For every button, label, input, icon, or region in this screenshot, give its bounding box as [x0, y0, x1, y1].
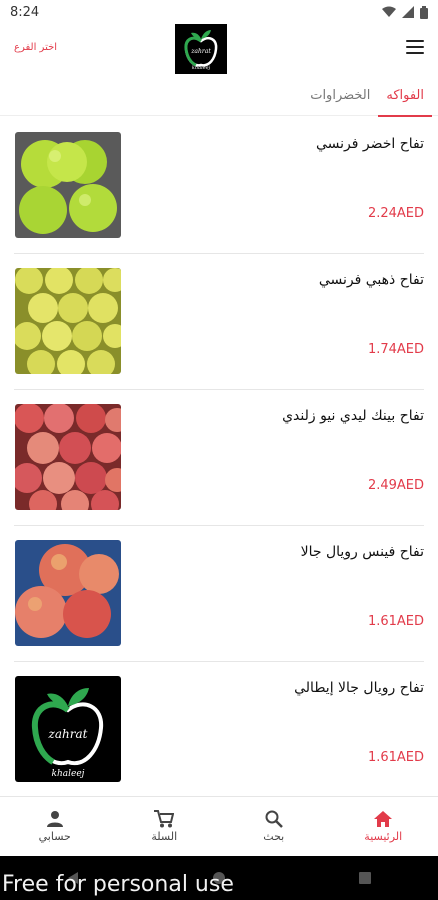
- product-item[interactable]: تفاح بينك ليدي نيو زلندي 2.49AED: [14, 390, 424, 526]
- product-image-golden-apples: [15, 268, 121, 374]
- product-price: 1.61AED: [367, 614, 424, 629]
- status-bar: 8:24: [0, 0, 438, 24]
- cart-icon: [154, 810, 175, 828]
- product-price: 1.61AED: [367, 750, 424, 765]
- tab-fruits[interactable]: الفواكه: [378, 80, 432, 117]
- product-name: تفاح اخضر فرنسي: [315, 136, 424, 152]
- product-price: 2.49AED: [367, 478, 424, 493]
- product-name: تفاح رويال جالا إيطالي: [294, 680, 424, 696]
- product-price: 2.24AED: [367, 206, 424, 221]
- tab-vegetables[interactable]: الخضراوات: [302, 80, 378, 116]
- product-image-store-logo: zahrat khaleej: [15, 676, 121, 782]
- product-item[interactable]: zahrat khaleej تفاح رويال جالا إيطالي 1.…: [14, 662, 424, 796]
- logo-wordmark-top: zahrat: [190, 48, 211, 55]
- product-name: تفاح ذهبي فرنسي: [318, 272, 424, 288]
- product-item[interactable]: تفاح فينس رويال جالا 1.61AED: [14, 526, 424, 662]
- product-item[interactable]: تفاح ذهبي فرنسي 1.74AED: [14, 254, 424, 390]
- product-image-pink-lady-apples: [15, 404, 121, 510]
- nav-home[interactable]: الرئيسية: [333, 810, 433, 843]
- product-item[interactable]: تفاح اخضر فرنسي 2.24AED: [14, 118, 424, 254]
- home-icon: [374, 811, 393, 827]
- nav-search[interactable]: بحث: [224, 810, 324, 843]
- nav-cart-label: السلة: [151, 830, 178, 843]
- signal-icon: [402, 6, 414, 18]
- search-icon: [265, 810, 283, 828]
- store-logo: zahrat khaleej: [175, 24, 227, 74]
- logo-wordmark-bottom: khaleej: [192, 65, 211, 71]
- nav-account-label: حسابي: [38, 830, 71, 843]
- product-name: تفاح بينك ليدي نيو زلندي: [282, 408, 424, 424]
- recents-icon[interactable]: [358, 871, 372, 885]
- logo-wordmark-top: zahrat: [48, 727, 88, 741]
- watermark-text: Free for personal use: [2, 872, 234, 897]
- product-list[interactable]: تفاح اخضر فرنسي 2.24AED تفاح ذهبي فرنسي …: [0, 118, 438, 796]
- product-image-royal-gala-apples: [15, 540, 121, 646]
- app-bar: اختر الفرع zahrat khaleej: [0, 24, 438, 80]
- nav-cart[interactable]: السلة: [114, 810, 214, 843]
- select-branch-link[interactable]: اختر الفرع: [14, 42, 57, 53]
- apple-logo-icon: zahrat khaleej: [184, 30, 218, 71]
- product-image-green-apples: [15, 132, 121, 238]
- category-tabs: الخضراوات الفواكه: [0, 80, 438, 117]
- bottom-navigation: حسابي السلة بحث الرئيسية: [0, 796, 438, 856]
- status-icons: [382, 5, 428, 19]
- product-price: 1.74AED: [367, 342, 424, 357]
- product-name: تفاح فينس رويال جالا: [300, 544, 424, 560]
- status-time: 8:24: [10, 4, 40, 20]
- nav-home-label: الرئيسية: [364, 830, 403, 843]
- logo-wordmark-bottom: khaleej: [52, 769, 85, 779]
- hamburger-icon[interactable]: [406, 40, 424, 54]
- person-icon: [46, 811, 63, 827]
- nav-account[interactable]: حسابي: [5, 810, 105, 843]
- battery-icon: [420, 5, 428, 19]
- wifi-icon: [382, 6, 396, 17]
- nav-search-label: بحث: [263, 830, 285, 843]
